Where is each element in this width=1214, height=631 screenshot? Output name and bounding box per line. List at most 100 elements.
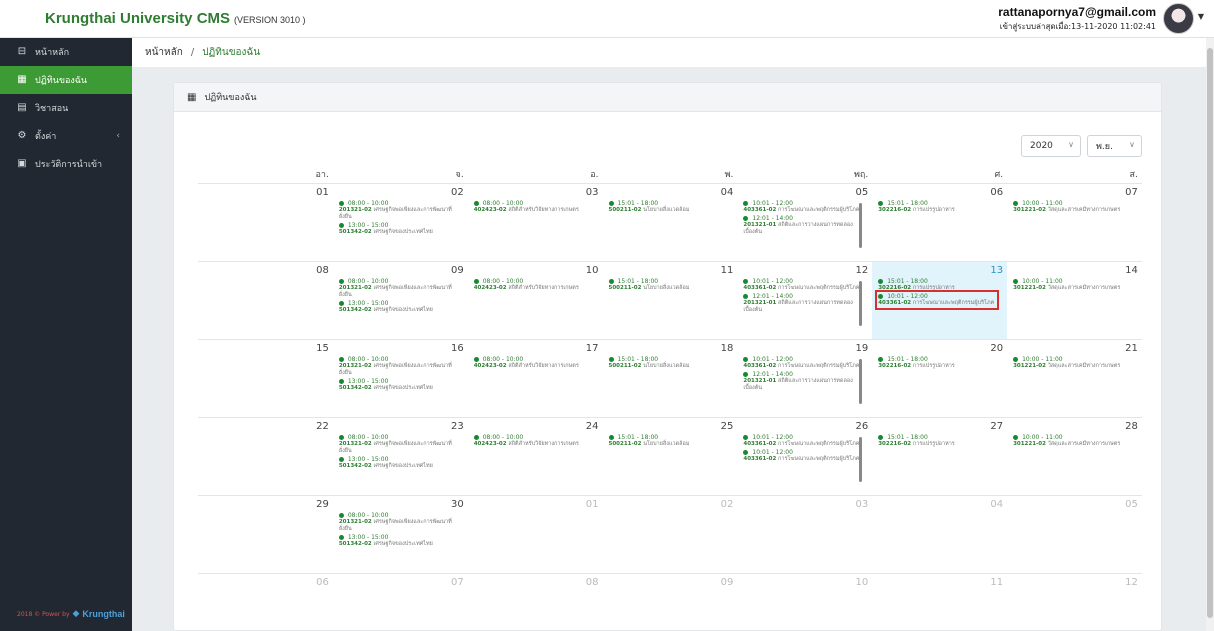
cell-scrollbar[interactable] — [859, 281, 863, 326]
calendar-event[interactable]: 15:01 - 18:00 302216-02 การแปรรูปอาหาร — [878, 356, 996, 370]
calendar-day[interactable]: 22 — [198, 418, 333, 496]
calendar-event[interactable]: 08:00 - 10:00 201321-02 เศรษฐกิจพอเพียงแล… — [339, 278, 457, 299]
calendar-event[interactable]: 15:01 - 18:00 302216-02 การแปรรูปอาหาร — [878, 278, 996, 292]
calendar-event[interactable]: 12:01 - 14:00 201321-01 สถิติและการวางแผน… — [743, 215, 861, 236]
breadcrumb-home[interactable]: หน้าหลัก — [145, 45, 183, 60]
sidebar-item-home[interactable]: ⊟ หน้าหลัก — [0, 38, 132, 66]
calendar-day[interactable]: 26 10:01 - 12:00 403361-02 การโฆษณาและพฤติ… — [737, 418, 873, 496]
calendar-day[interactable]: 20 15:01 - 18:00 302216-02 การแปรรูปอาหาร — [872, 340, 1008, 418]
calendar-day[interactable]: 28 10:00 - 11:00 301221-02 วัสดุและสารเคมี… — [1007, 418, 1142, 496]
calendar-day[interactable]: 24 08:00 - 10:00 402423-02 สถิติสำหรับวิจั… — [467, 418, 603, 496]
calendar-day[interactable]: 04 — [872, 496, 1008, 574]
day-number: 18 — [720, 343, 734, 354]
calendar-day[interactable]: 08 — [468, 574, 603, 631]
calendar-event[interactable]: 15:01 - 18:00 500211-02 นโยบายสิ่งแวดล้อม — [609, 200, 727, 214]
event-time: 10:01 - 12:00 — [743, 449, 861, 456]
sidebar-item-settings[interactable]: ⚙ ตั้งค่า ‹ — [0, 122, 132, 150]
calendar-event[interactable]: 13:00 - 15:00 501342-02 เศรษฐกิจของประเทศ… — [339, 222, 457, 236]
calendar-day[interactable]: 02 — [602, 496, 738, 574]
calendar-event[interactable]: 15:01 - 18:00 302216-02 การแปรรูปอาหาร — [878, 434, 996, 448]
cell-scrollbar[interactable] — [859, 203, 863, 248]
calendar-event[interactable]: 08:00 - 10:00 402423-02 สถิติสำหรับวิจัยท… — [474, 200, 592, 214]
calendar-event[interactable]: 10:01 - 12:00 403361-02 การโฆษณาและพฤติกร… — [743, 356, 861, 370]
calendar-day[interactable]: 15 — [198, 340, 333, 418]
calendar-event[interactable]: 15:01 - 18:00 302216-02 การแปรรูปอาหาร — [878, 200, 996, 214]
calendar-day[interactable]: 03 08:00 - 10:00 402423-02 สถิติสำหรับวิจั… — [467, 184, 603, 262]
calendar-day[interactable]: 06 — [198, 574, 333, 631]
month-select[interactable]: พ.ย. ∨ — [1087, 135, 1142, 157]
cell-scrollbar[interactable] — [859, 359, 863, 404]
calendar-day[interactable]: 06 15:01 - 18:00 302216-02 การแปรรูปอาหาร — [872, 184, 1008, 262]
calendar-event[interactable]: 10:00 - 11:00 301221-02 วัสดุและสารเคมีทา… — [1013, 356, 1131, 370]
calendar-day[interactable]: 09 — [603, 574, 738, 631]
cell-scrollbar[interactable] — [859, 437, 863, 482]
calendar-day[interactable]: 04 15:01 - 18:00 500211-02 นโยบายสิ่งแวดล้… — [602, 184, 738, 262]
calendar-day[interactable]: 27 15:01 - 18:00 302216-02 การแปรรูปอาหาร — [872, 418, 1008, 496]
calendar-day[interactable]: 10 08:00 - 10:00 402423-02 สถิติสำหรับวิจั… — [467, 262, 603, 340]
calendar-day[interactable]: 19 10:01 - 12:00 403361-02 การโฆษณาและพฤติ… — [737, 340, 873, 418]
calendar-day[interactable]: 07 10:00 - 11:00 301221-02 วัสดุและสารเคมี… — [1007, 184, 1142, 262]
calendar-event[interactable]: 08:00 - 10:00 201321-02 เศรษฐกิจพอเพียงแล… — [339, 512, 457, 533]
calendar-day[interactable]: 17 08:00 - 10:00 402423-02 สถิติสำหรับวิจั… — [467, 340, 603, 418]
calendar-day[interactable]: 23 08:00 - 10:00 201321-02 เศรษฐกิจพอเพียง… — [332, 418, 468, 496]
calendar-day[interactable]: 18 15:01 - 18:00 500211-02 นโยบายสิ่งแวดล้… — [602, 340, 738, 418]
sidebar-item-courses[interactable]: ▤ วิชาสอน — [0, 94, 132, 122]
brand-title[interactable]: Krungthai University CMS (VERSION 3010 ) — [45, 10, 306, 27]
calendar-event[interactable]: 13:00 - 15:00 501342-02 เศรษฐกิจของประเทศ… — [339, 456, 457, 470]
calendar-day[interactable]: 10 — [737, 574, 872, 631]
calendar-day[interactable]: 29 — [198, 496, 333, 574]
calendar-day[interactable]: 12 10:01 - 12:00 403361-02 การโฆษณาและพฤติ… — [737, 262, 873, 340]
calendar-event[interactable]: 10:00 - 11:00 301221-02 วัสดุและสารเคมีทา… — [1013, 278, 1131, 292]
calendar-event[interactable]: 10:00 - 11:00 301221-02 วัสดุและสารเคมีทา… — [1013, 200, 1131, 214]
calendar-event[interactable]: 15:01 - 18:00 500211-02 นโยบายสิ่งแวดล้อม — [609, 356, 727, 370]
event-time: 12:01 - 14:00 — [743, 371, 861, 378]
scrollbar-thumb[interactable] — [1207, 48, 1213, 618]
calendar-day[interactable]: 11 — [872, 574, 1007, 631]
calendar-day[interactable]: 07 — [333, 574, 468, 631]
calendar-event[interactable]: 10:01 - 12:00 403361-02 การโฆษณาและพฤติกร… — [743, 449, 861, 463]
calendar-event[interactable]: 13:00 - 15:00 501342-02 เศรษฐกิจของประเทศ… — [339, 300, 457, 314]
user-menu-chevron-icon[interactable]: ▼ — [1198, 12, 1204, 21]
calendar-day[interactable]: 01 — [467, 496, 603, 574]
calendar-event[interactable]: 12:01 - 14:00 201321-01 สถิติและการวางแผน… — [743, 371, 861, 392]
sidebar-item-history[interactable]: ▣ ประวัติการนำเข้า — [0, 150, 132, 178]
calendar-day[interactable]: 02 08:00 - 10:00 201321-02 เศรษฐกิจพอเพียง… — [332, 184, 468, 262]
calendar-event[interactable]: 13:00 - 15:00 501342-02 เศรษฐกิจของประเทศ… — [339, 378, 457, 392]
avatar[interactable] — [1163, 3, 1194, 34]
calendar-event[interactable]: 10:00 - 11:00 301221-02 วัสดุและสารเคมีทา… — [1013, 434, 1131, 448]
calendar-event[interactable]: 13:00 - 15:00 501342-02 เศรษฐกิจของประเทศ… — [339, 534, 457, 548]
calendar-day[interactable]: 14 10:00 - 11:00 301221-02 วัสดุและสารเคมี… — [1007, 262, 1142, 340]
page-scrollbar[interactable] — [1206, 38, 1214, 631]
calendar-day[interactable]: 09 08:00 - 10:00 201321-02 เศรษฐกิจพอเพียง… — [332, 262, 468, 340]
calendar-day[interactable]: 08 — [198, 262, 333, 340]
calendar-day[interactable]: 05 — [1007, 496, 1142, 574]
calendar-event[interactable]: 10:01 - 12:00 403361-02 การโฆษณาและพฤติกร… — [875, 290, 1000, 310]
calendar-event[interactable]: 08:00 - 10:00 201321-02 เศรษฐกิจพอเพียงแล… — [339, 434, 457, 455]
calendar-event[interactable]: 15:01 - 18:00 500211-02 นโยบายสิ่งแวดล้อม — [609, 278, 727, 292]
year-select[interactable]: 2020 ∨ — [1021, 135, 1081, 157]
calendar-event[interactable]: 08:00 - 10:00 402423-02 สถิติสำหรับวิจัยท… — [474, 434, 592, 448]
calendar-event[interactable]: 08:00 - 10:00 201321-02 เศรษฐกิจพอเพียงแล… — [339, 356, 457, 377]
user-email[interactable]: rattanapornya7@gmail.com — [998, 5, 1156, 19]
calendar-day[interactable]: 25 15:01 - 18:00 500211-02 นโยบายสิ่งแวดล้… — [602, 418, 738, 496]
calendar-event[interactable]: 08:00 - 10:00 402423-02 สถิติสำหรับวิจัยท… — [474, 356, 592, 370]
calendar-event[interactable]: 08:00 - 10:00 402423-02 สถิติสำหรับวิจัยท… — [474, 278, 592, 292]
calendar-event[interactable]: 10:01 - 12:00 403361-02 การโฆษณาและพฤติกร… — [743, 434, 861, 448]
calendar-event[interactable]: 12:01 - 14:00 201321-01 สถิติและการวางแผน… — [743, 293, 861, 314]
calendar-event[interactable]: 10:01 - 12:00 403361-02 การโฆษณาและพฤติกร… — [743, 278, 861, 292]
event-time: 10:00 - 11:00 — [1013, 434, 1131, 441]
calendar-day[interactable]: 12 — [1007, 574, 1142, 631]
calendar-event[interactable]: 15:01 - 18:00 500211-02 นโยบายสิ่งแวดล้อม — [609, 434, 727, 448]
sidebar-item-calendar[interactable]: ▦ ปฏิทินของฉัน — [0, 66, 132, 94]
calendar-event[interactable]: 10:01 - 12:00 403361-02 การโฆษณาและพฤติกร… — [743, 200, 861, 214]
calendar-day[interactable]: 03 — [737, 496, 873, 574]
calendar-day[interactable]: 01 — [198, 184, 333, 262]
calendar-day[interactable]: 05 10:01 - 12:00 403361-02 การโฆษณาและพฤติ… — [737, 184, 873, 262]
calendar-event[interactable]: 08:00 - 10:00 201321-02 เศรษฐกิจพอเพียงแล… — [339, 200, 457, 221]
calendar-day[interactable]: 30 08:00 - 10:00 201321-02 เศรษฐกิจพอเพียง… — [332, 496, 468, 574]
calendar-day[interactable]: 21 10:00 - 11:00 301221-02 วัสดุและสารเคมี… — [1007, 340, 1142, 418]
calendar-day-today[interactable]: 13 15:01 - 18:00 302216-02 การแปรรูปอาหาร 1… — [872, 262, 1008, 340]
calendar-day[interactable]: 11 15:01 - 18:00 500211-02 นโยบายสิ่งแวดล้… — [602, 262, 738, 340]
calendar-day[interactable]: 16 08:00 - 10:00 201321-02 เศรษฐกิจพอเพียง… — [332, 340, 468, 418]
brand-name: Krungthai University CMS — [45, 10, 231, 27]
